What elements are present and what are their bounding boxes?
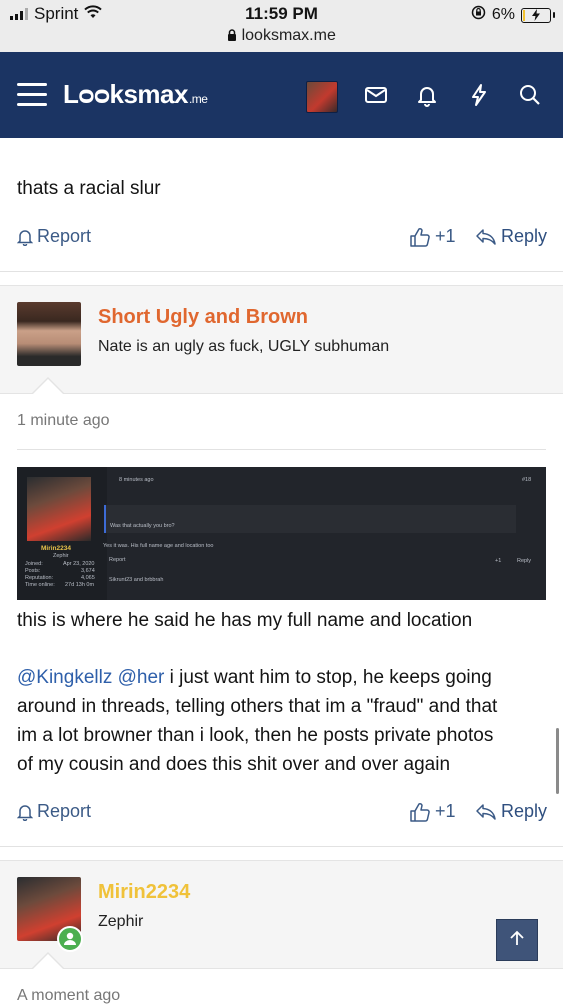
time-divider — [17, 449, 546, 450]
url-bar[interactable]: looksmax.me — [0, 27, 563, 45]
report-label: Report — [37, 801, 92, 821]
post-body-line: im a lot browner than i look, then he po… — [17, 725, 494, 746]
reply-label: Reply — [501, 801, 548, 821]
search-icon[interactable] — [517, 82, 543, 108]
bell-icon[interactable] — [414, 82, 440, 108]
like-count: +1 — [435, 801, 456, 821]
status-bar: Sprint 11:59 PM looksmax.me 6% — [0, 0, 563, 52]
arrow-notch-fill — [33, 379, 63, 394]
embedded-screenshot[interactable]: Mirin2234 Zephir Joined: Apr 23, 2020 Po… — [17, 467, 546, 600]
logo-text: Lᴑᴑksmax — [63, 79, 188, 109]
menu-icon[interactable] — [17, 83, 47, 107]
post-divider — [0, 846, 563, 847]
reply-button[interactable]: Reply — [475, 801, 547, 822]
author-name[interactable]: Short Ugly and Brown — [98, 306, 308, 329]
scrollbar[interactable] — [556, 728, 559, 794]
battery-icon — [521, 7, 555, 23]
avatar[interactable] — [306, 81, 338, 113]
site-logo[interactable]: Lᴑᴑksmax.me — [63, 79, 208, 110]
post-body-mentions: @Kingkellz @her i just want him to stop,… — [17, 663, 492, 692]
mention-link[interactable]: @Kingkellz — [17, 667, 112, 688]
reply-icon — [475, 228, 497, 246]
online-status-icon — [57, 926, 83, 952]
post-body-line: i just want him to stop, he keeps going — [164, 667, 492, 688]
post-body-line: this is where he said he has my full nam… — [17, 610, 473, 631]
report-label: Report — [37, 226, 92, 246]
report-button[interactable]: Report — [17, 226, 91, 247]
reply-label: Reply — [501, 226, 548, 246]
user-title: Nate is an ugly as fuck, UGLY subhuman — [98, 338, 390, 355]
embed-stat-label: Reputation: — [25, 575, 54, 581]
reply-button[interactable]: Reply — [475, 226, 547, 247]
post-time: 1 minute ago — [17, 412, 110, 429]
battery-level — [523, 9, 525, 21]
arrow-up-icon — [508, 929, 526, 952]
embed-stat-label: Time online: — [25, 582, 55, 588]
embed-quote-text: Was that actually you bro? — [110, 523, 175, 529]
mail-icon[interactable] — [363, 82, 389, 108]
embed-stat-value: 4,065 — [81, 575, 95, 581]
embed-stat-label: Posts: — [25, 568, 41, 574]
thumbs-up-icon — [409, 802, 431, 822]
battery-percent: 6% — [491, 6, 515, 23]
embed-time: 8 minutes ago — [119, 477, 154, 483]
like-count: +1 — [435, 226, 456, 246]
embed-stat-value: 27d 13h 0m — [65, 582, 95, 588]
post-body: thats a racial slur — [17, 178, 161, 199]
post-time: A moment ago — [17, 987, 121, 1004]
site-header: Lᴑᴑksmax.me — [0, 52, 563, 138]
url-text: looksmax.me — [241, 27, 336, 44]
scroll-to-top-button[interactable] — [496, 919, 538, 961]
embed-like: +1 — [495, 558, 502, 564]
post-divider — [0, 271, 563, 272]
author-name[interactable]: Mirin2234 — [98, 881, 190, 904]
lock-icon — [227, 27, 241, 44]
thumbs-up-icon — [409, 227, 431, 247]
status-right: 6% — [471, 5, 555, 25]
logo-suffix: .me — [188, 92, 208, 106]
avatar — [27, 477, 91, 541]
embed-stat-value: 3,674 — [81, 568, 95, 574]
like-button[interactable]: +1 — [409, 801, 456, 822]
arrow-notch-fill — [33, 954, 63, 969]
embed-post-number: #18 — [522, 477, 532, 483]
report-button[interactable]: Report — [17, 801, 91, 822]
embed-reply: Reply — [517, 558, 532, 564]
embed-stat-value: Apr 23, 2020 — [63, 561, 95, 567]
post-body-line: around in threads, telling others that i… — [17, 696, 498, 717]
bell-icon — [17, 803, 33, 821]
embed-report: Report — [109, 557, 126, 563]
like-button[interactable]: +1 — [409, 226, 456, 247]
embed-user: Mirin2234 — [41, 545, 71, 552]
embed-reply-text: Yes it was. His full name age and locati… — [103, 543, 214, 549]
embed-stat-label: Joined: — [25, 561, 43, 567]
lightning-icon[interactable] — [466, 82, 492, 108]
reply-icon — [475, 803, 497, 821]
orientation-lock-icon — [471, 5, 486, 25]
mention-link[interactable]: @her — [118, 667, 165, 688]
avatar[interactable] — [17, 302, 81, 366]
user-title: Zephir — [98, 913, 144, 930]
user-block — [0, 860, 563, 969]
bell-icon — [17, 228, 33, 246]
post-body-line: of my cousin and does this shit over and… — [17, 754, 451, 775]
embed-title: Zephir — [53, 553, 69, 559]
embed-reactions: Sikrunt23 and brbbrah — [109, 577, 164, 583]
